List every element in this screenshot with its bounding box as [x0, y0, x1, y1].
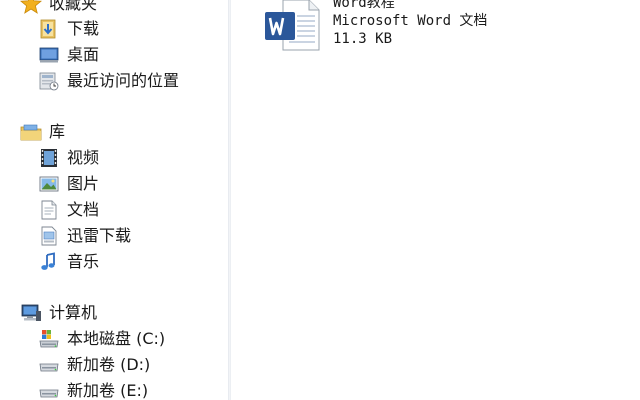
- nav-libraries[interactable]: 库: [20, 120, 65, 144]
- video-library-icon: [38, 147, 60, 169]
- file-type: Microsoft Word 文档: [333, 13, 488, 29]
- explorer-window: 收藏夹 下载 桌面 最近访问的位置 库 视频 图片 文档 迅雷下载 音乐 计算机…: [0, 0, 640, 400]
- downloads-folder-icon: [38, 18, 60, 40]
- libraries-folder-icon: [20, 121, 42, 143]
- desktop-icon: [38, 44, 60, 66]
- nav-libraries-label: 库: [49, 122, 66, 141]
- word-document-icon: [263, 0, 321, 52]
- nav-item-label: 桌面: [67, 45, 100, 64]
- nav-item-documents[interactable]: 文档: [38, 198, 99, 222]
- xunlei-download-icon: [38, 225, 60, 247]
- nav-item-drive-d[interactable]: 新加卷 (D:): [38, 353, 150, 377]
- nav-computer[interactable]: 计算机: [20, 301, 97, 325]
- nav-item-label: 文档: [67, 200, 100, 219]
- nav-item-xunlei-downloads[interactable]: 迅雷下载: [38, 224, 131, 248]
- nav-item-drive-e[interactable]: 新加卷 (E:): [38, 379, 148, 400]
- nav-item-music[interactable]: 音乐: [38, 250, 99, 274]
- recent-places-icon: [38, 70, 60, 92]
- favorites-star-icon: [20, 0, 42, 15]
- nav-favorites-label: 收藏夹: [49, 0, 98, 13]
- nav-item-drive-c[interactable]: 本地磁盘 (C:): [38, 327, 165, 351]
- navigation-pane[interactable]: 收藏夹 下载 桌面 最近访问的位置 库 视频 图片 文档 迅雷下载 音乐 计算机…: [0, 0, 228, 400]
- nav-item-label: 新加卷 (D:): [67, 355, 151, 374]
- system-drive-icon: [38, 328, 60, 350]
- drive-icon: [38, 354, 60, 376]
- file-size: 11.3 KB: [333, 31, 393, 47]
- documents-library-icon: [38, 199, 60, 221]
- nav-favorites[interactable]: 收藏夹: [20, 0, 97, 16]
- nav-item-recent-places[interactable]: 最近访问的位置: [38, 69, 179, 93]
- nav-item-pictures[interactable]: 图片: [38, 172, 99, 196]
- nav-item-desktop[interactable]: 桌面: [38, 43, 99, 67]
- computer-icon: [20, 302, 42, 324]
- file-name: Word教程: [333, 0, 395, 11]
- nav-item-label: 视频: [67, 148, 100, 167]
- nav-item-downloads[interactable]: 下载: [38, 17, 99, 41]
- nav-computer-label: 计算机: [49, 303, 98, 322]
- file-details: Word教程 Microsoft Word 文档 11.3 KB: [333, 0, 487, 48]
- file-item[interactable]: Word教程 Microsoft Word 文档 11.3 KB: [263, 0, 563, 58]
- drive-icon: [38, 380, 60, 400]
- nav-item-label: 最近访问的位置: [67, 71, 180, 90]
- music-library-icon: [38, 251, 60, 273]
- nav-item-label: 本地磁盘 (C:): [67, 329, 166, 348]
- nav-item-label: 图片: [67, 174, 100, 193]
- nav-item-label: 音乐: [67, 252, 100, 271]
- pictures-library-icon: [38, 173, 60, 195]
- nav-item-videos[interactable]: 视频: [38, 146, 99, 170]
- nav-item-label: 新加卷 (E:): [67, 381, 149, 400]
- nav-item-label: 下载: [67, 19, 100, 38]
- nav-item-label: 迅雷下载: [67, 226, 132, 245]
- file-list-pane[interactable]: Word教程 Microsoft Word 文档 11.3 KB: [231, 0, 640, 400]
